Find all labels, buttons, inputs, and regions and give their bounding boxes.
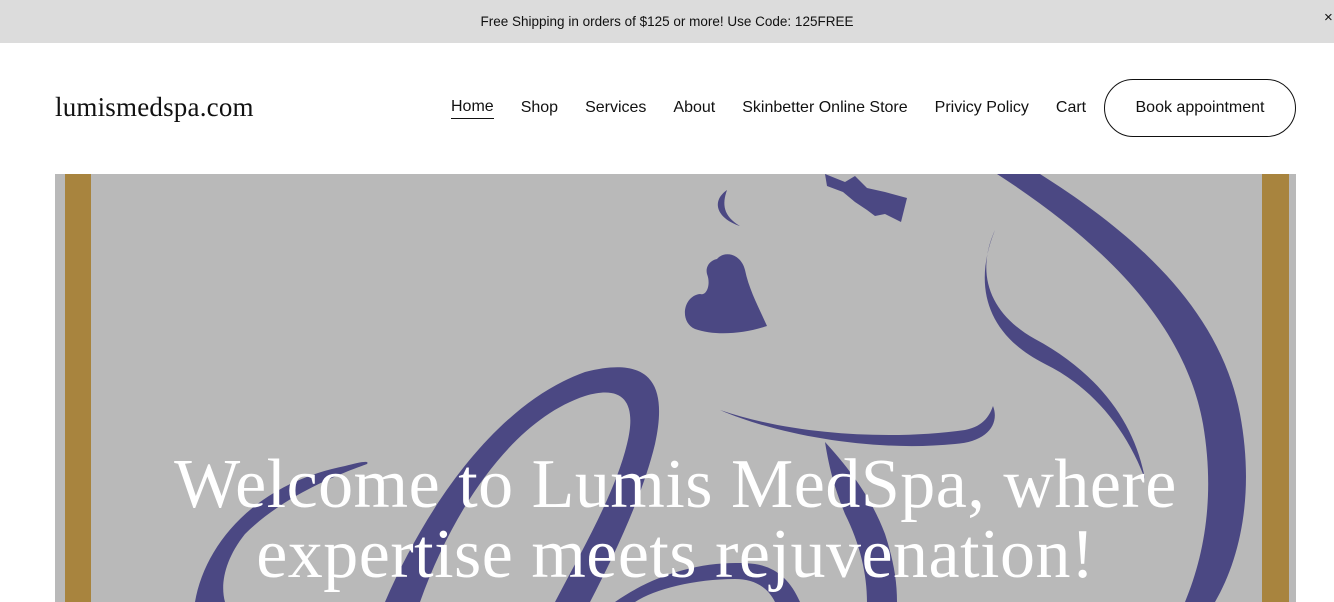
nav-item-services[interactable]: Services [585,99,646,119]
nav-item-skinbetter-online-store[interactable]: Skinbetter Online Store [742,99,907,119]
main-nav: Home Shop Services About Skinbetter Onli… [451,98,1086,119]
hero-title-line-2: expertise meets rejuvenation! [256,516,1095,593]
book-appointment-button[interactable]: Book appointment [1104,79,1296,137]
hero-title: Welcome to Lumis MedSpa, where expertise… [55,450,1296,590]
nav-item-about[interactable]: About [673,99,715,119]
site-header: lumismedspa.com Home Shop Services About… [0,43,1334,174]
announcement-bar: Free Shipping in orders of $125 or more!… [0,0,1334,43]
hero-title-line-1: Welcome to Lumis MedSpa, where [174,446,1177,523]
nav-item-shop[interactable]: Shop [521,99,558,119]
nav-item-privacy-policy[interactable]: Privicy Policy [935,99,1029,119]
nav-item-cart[interactable]: Cart [1056,99,1086,119]
nav-item-home[interactable]: Home [451,98,494,119]
announcement-text: Free Shipping in orders of $125 or more!… [480,14,854,29]
hero-banner: Welcome to Lumis MedSpa, where expertise… [55,174,1296,602]
close-icon[interactable]: × [1324,9,1334,27]
site-logo[interactable]: lumismedspa.com [55,92,254,123]
